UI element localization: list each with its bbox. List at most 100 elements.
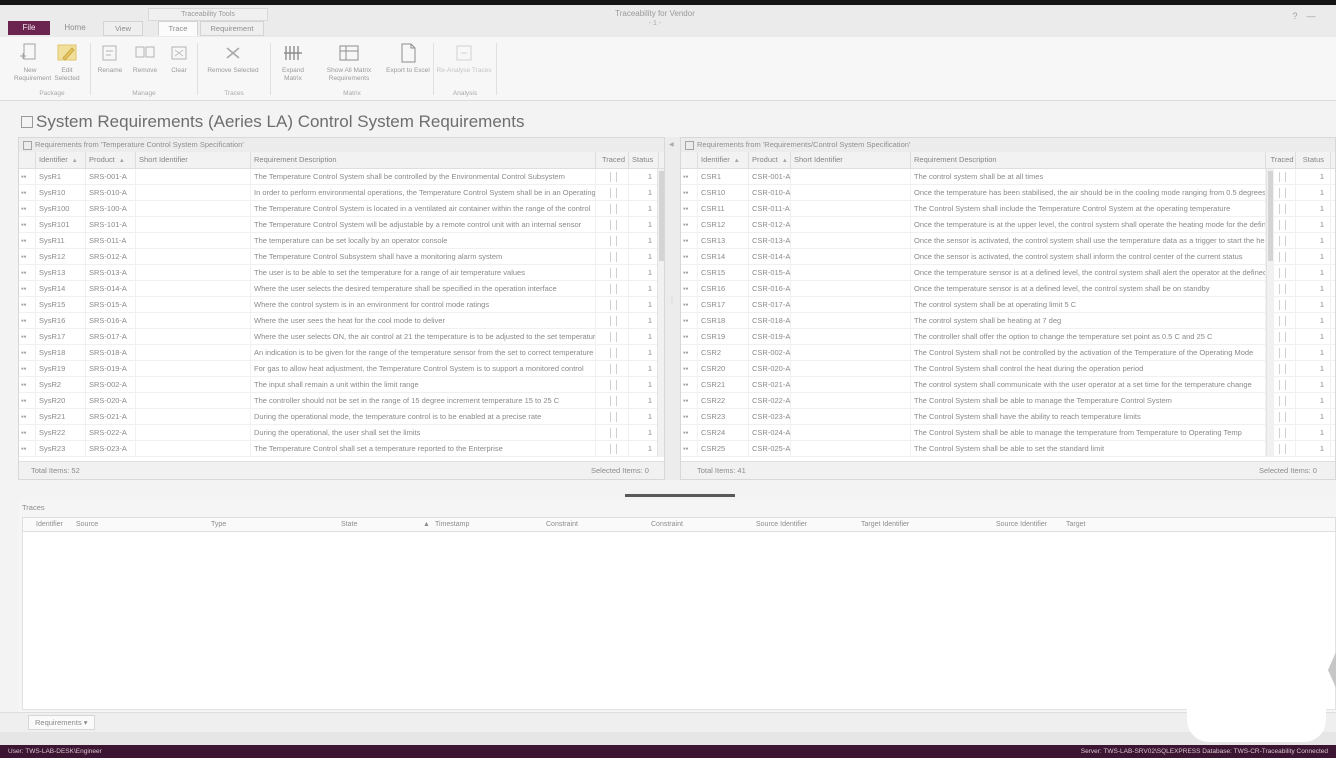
remove-selected-button[interactable]: Remove Selected (200, 40, 266, 90)
traced-checkbox[interactable] (610, 316, 617, 326)
rename-button[interactable]: Rename (94, 40, 126, 90)
table-row[interactable]: ▪▪ CSR25 CSR-025-A The Control System shall… (681, 441, 1335, 457)
show-all-matrix-requirements-button[interactable]: Show All Matrix Requirements (314, 40, 384, 90)
collapse-icon[interactable] (685, 141, 694, 150)
traced-checkbox[interactable] (1278, 444, 1286, 454)
traced-checkbox[interactable] (610, 348, 617, 358)
traced-checkbox[interactable] (1278, 428, 1286, 438)
column-header-source-identifier[interactable]: Source Identifier (996, 518, 1047, 531)
table-row[interactable]: ▪▪ SysR13 SRS-013-A The user is to be able … (19, 265, 664, 281)
traced-checkbox[interactable] (1278, 252, 1286, 262)
table-row[interactable]: ▪▪ CSR14 CSR-014-A Once the sensor is activ… (681, 249, 1335, 265)
help-button[interactable]: ? (1288, 10, 1302, 22)
export-button[interactable]: Export to Excel (386, 40, 430, 90)
scrollbar-thumb[interactable] (659, 171, 664, 261)
table-row[interactable]: ▪▪ CSR1 CSR-001-A The control system shall … (681, 169, 1335, 185)
traced-checkbox[interactable] (1278, 380, 1286, 390)
cell-traced[interactable] (596, 361, 629, 376)
cell-traced[interactable] (596, 169, 629, 184)
column-header-status[interactable]: Status (1296, 152, 1331, 168)
traced-checkbox[interactable] (1278, 236, 1286, 246)
tab-file[interactable]: File (8, 21, 50, 35)
table-row[interactable]: ▪▪ CSR10 CSR-010-A Once the temperature has… (681, 185, 1335, 201)
column-header-source[interactable]: Source (76, 518, 98, 531)
traced-checkbox[interactable] (610, 444, 617, 454)
column-header-constraint[interactable]: Constraint (651, 518, 683, 531)
minimize-button[interactable]: — (1304, 10, 1318, 22)
traced-checkbox[interactable] (1278, 188, 1286, 198)
column-header-constraint[interactable]: Constraint (546, 518, 578, 531)
column-header-short-identifier[interactable]: Short Identifier (791, 152, 911, 168)
cell-traced[interactable] (596, 425, 629, 440)
vertical-scrollbar[interactable] (657, 169, 664, 457)
column-header-target-identifier[interactable]: Target Identifier (861, 518, 909, 531)
cell-traced[interactable] (596, 377, 629, 392)
traced-checkbox[interactable] (1278, 348, 1286, 358)
expand-matrix-button[interactable]: Expand Matrix (274, 40, 312, 90)
column-header-description[interactable]: Requirement Description (911, 152, 1266, 168)
traced-checkbox[interactable] (610, 268, 617, 278)
column-header-product[interactable]: Product ▲ (749, 152, 791, 168)
cell-traced[interactable] (596, 297, 629, 312)
cell-traced[interactable] (596, 265, 629, 280)
traced-checkbox[interactable] (1278, 268, 1286, 278)
table-row[interactable]: ▪▪ CSR20 CSR-020-A The Control System shall… (681, 361, 1335, 377)
table-row[interactable]: ▪▪ SysR15 SRS-015-A Where the control syste… (19, 297, 664, 313)
table-row[interactable]: ▪▪ CSR15 CSR-015-A Once the temperature sen… (681, 265, 1335, 281)
traced-checkbox[interactable] (1278, 364, 1286, 374)
table-row[interactable]: ▪▪ CSR19 CSR-019-A The controller shall off… (681, 329, 1335, 345)
table-row[interactable]: ▪▪ CSR17 CSR-017-A The control system shall… (681, 297, 1335, 313)
vertical-scrollbar[interactable] (1266, 169, 1274, 457)
traced-checkbox[interactable] (610, 236, 617, 246)
table-row[interactable]: ▪▪ SysR2 SRS-002-A The input shall remain a… (19, 377, 664, 393)
traced-checkbox[interactable] (1278, 332, 1286, 342)
table-row[interactable]: ▪▪ SysR101 SRS-101-A The Temperature Contro… (19, 217, 664, 233)
column-header-short-identifier[interactable]: Short Identifier (136, 152, 251, 168)
cell-traced[interactable] (596, 313, 629, 328)
table-row[interactable]: ▪▪ SysR100 SRS-100-A The Temperature Contro… (19, 201, 664, 217)
traced-checkbox[interactable] (610, 172, 617, 182)
table-row[interactable]: ▪▪ CSR22 CSR-022-A The Control System shall… (681, 393, 1335, 409)
cell-traced[interactable] (596, 409, 629, 424)
table-row[interactable]: ▪▪ CSR11 CSR-011-A The Control System shall… (681, 201, 1335, 217)
cell-traced[interactable] (596, 329, 629, 344)
new-requirement-button[interactable]: New Requirement (14, 40, 51, 90)
column-header-state[interactable]: State (341, 518, 357, 531)
clear-button[interactable]: Clear (164, 40, 194, 90)
table-row[interactable]: ▪▪ CSR18 CSR-018-A The control system shall… (681, 313, 1335, 329)
table-row[interactable]: ▪▪ SysR22 SRS-022-A During the operational,… (19, 425, 664, 441)
column-header-description[interactable]: Requirement Description (251, 152, 596, 168)
table-row[interactable]: ▪▪ SysR17 SRS-017-A Where the user selects … (19, 329, 664, 345)
column-header-target[interactable]: Target (1066, 518, 1085, 531)
table-row[interactable]: ▪▪ CSR23 CSR-023-A The Control System shall… (681, 409, 1335, 425)
horizontal-splitter-grip[interactable] (625, 494, 735, 497)
table-row[interactable]: ▪▪ CSR12 CSR-012-A Once the temperature is … (681, 217, 1335, 233)
cell-traced[interactable] (596, 393, 629, 408)
traced-checkbox[interactable] (1278, 172, 1286, 182)
traced-checkbox[interactable] (610, 204, 617, 214)
column-header-timestamp[interactable]: Timestamp (435, 518, 469, 531)
cell-traced[interactable] (596, 217, 629, 232)
table-row[interactable]: ▪▪ CSR13 CSR-013-A Once the sensor is activ… (681, 233, 1335, 249)
traced-checkbox[interactable] (610, 412, 617, 422)
table-row[interactable]: ▪▪ SysR12 SRS-012-A The Temperature Control… (19, 249, 664, 265)
column-header-traced[interactable]: Traced (596, 152, 629, 168)
table-row[interactable]: ▪▪ SysR11 SRS-011-A The temperature can be … (19, 233, 664, 249)
edit-selected-button[interactable]: Edit Selected (48, 40, 86, 90)
traced-checkbox[interactable] (610, 428, 617, 438)
column-header-identifier[interactable]: Identifier ▲ (36, 152, 86, 168)
table-row[interactable]: ▪▪ SysR10 SRS-010-A In order to perform env… (19, 185, 664, 201)
cell-traced[interactable] (596, 185, 629, 200)
table-row[interactable]: ▪▪ SysR16 SRS-016-A Where the user sees the… (19, 313, 664, 329)
traced-checkbox[interactable] (610, 396, 617, 406)
column-header-type[interactable]: Type (211, 518, 226, 531)
cell-traced[interactable] (596, 201, 629, 216)
scrollbar-thumb[interactable] (1268, 171, 1273, 261)
table-row[interactable]: ▪▪ CSR16 CSR-016-A Once the temperature sen… (681, 281, 1335, 297)
remove-button[interactable]: Remove (128, 40, 162, 90)
table-row[interactable]: ▪▪ CSR2 CSR-002-A The Control System shall … (681, 345, 1335, 361)
table-row[interactable]: ▪▪ SysR20 SRS-020-A The controller should n… (19, 393, 664, 409)
cell-traced[interactable] (596, 345, 629, 360)
table-row[interactable]: ▪▪ CSR24 CSR-024-A The Control System shall… (681, 425, 1335, 441)
traces-list[interactable] (22, 532, 1336, 710)
